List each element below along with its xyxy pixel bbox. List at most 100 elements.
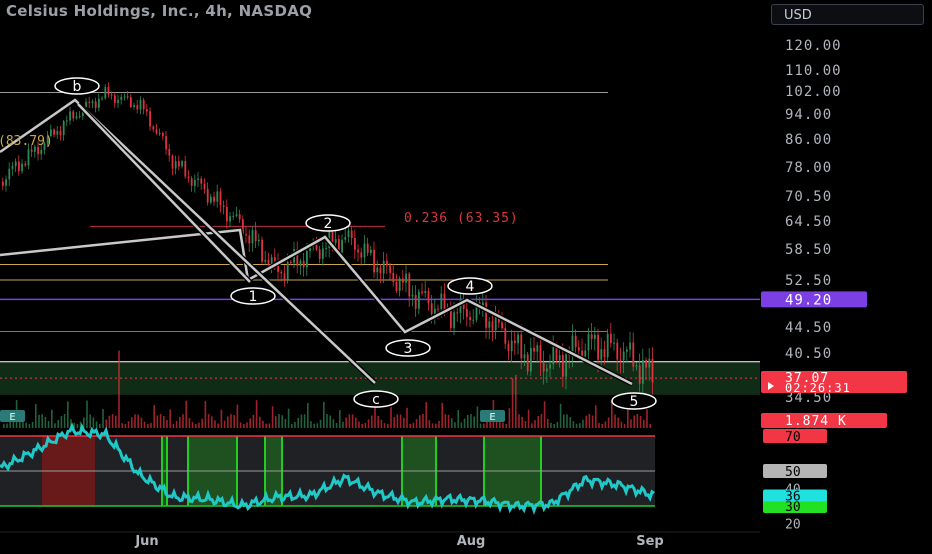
volume-bar: [163, 416, 165, 428]
volume-bar: [460, 422, 463, 428]
price-axis-tick: 94.00: [785, 107, 832, 123]
candle-body: [517, 334, 519, 344]
candle-body: [133, 105, 135, 107]
candle-body: [62, 121, 65, 136]
candle-body: [235, 214, 238, 216]
candle-body: [302, 260, 305, 268]
price-chart[interactable]: b 1 2 3 4 5 c 0.236 (63.35) (83.79) E E 120.00 110.0…: [0, 0, 932, 550]
candle-body: [261, 239, 263, 262]
candle-body: [488, 321, 491, 328]
volume-bar: [259, 416, 261, 428]
candle-body: [174, 161, 177, 169]
price-tag-purple: 49.20: [785, 292, 832, 308]
candle-body: [325, 248, 327, 250]
candle-body: [11, 166, 14, 169]
volume-bar: [143, 421, 146, 428]
candle-body: [398, 278, 401, 292]
candle-body: [117, 99, 119, 103]
candle-body: [443, 293, 446, 310]
candle-body: [344, 236, 347, 240]
volume-bar: [227, 416, 229, 428]
candle-body: [66, 120, 68, 122]
candle-body: [405, 273, 407, 283]
volume-bar: [6, 423, 8, 428]
candle-body: [21, 163, 23, 172]
chart-stage[interactable]: b 1 2 3 4 5 c 0.236 (63.35) (83.79) E E 120.00 110.0…: [0, 0, 932, 550]
volume-bar: [575, 423, 578, 428]
candle-body: [88, 101, 91, 104]
candle-body: [59, 131, 62, 136]
volume-bar: [76, 423, 79, 428]
candle-body: [558, 355, 561, 361]
volume-bar: [223, 420, 226, 428]
volume-bar: [140, 417, 143, 428]
candle-body: [53, 129, 55, 135]
volume-bar: [454, 422, 456, 428]
volume-bar: [399, 414, 402, 428]
volume-bar: [646, 409, 648, 428]
candle-body: [187, 176, 190, 179]
rsi-axis-tick: 70: [785, 430, 801, 445]
volume-bar: [387, 423, 389, 428]
candle-body: [638, 365, 641, 384]
volume-bar: [54, 423, 56, 428]
volume-bar: [278, 414, 280, 428]
volume-bar: [643, 419, 645, 428]
wave-label-3: 3: [404, 341, 413, 357]
candle-body: [354, 237, 356, 250]
volume-bar: [179, 416, 181, 428]
volume-bar: [207, 414, 210, 428]
volume-bar: [623, 423, 626, 428]
volume-bar: [556, 421, 559, 428]
candle-body: [456, 312, 459, 314]
candle-body: [206, 189, 209, 203]
rsi-axis-tick: 50: [785, 465, 801, 480]
candle-body: [635, 365, 638, 367]
volume-bar: [233, 414, 235, 428]
volume-bar: [316, 423, 319, 428]
volume-bar: [332, 419, 335, 428]
currency-selector[interactable]: USD: [771, 4, 924, 25]
volume-bar: [566, 414, 568, 428]
volume-bar: [284, 418, 287, 428]
volume-bar: [563, 414, 565, 428]
volume-bar: [367, 419, 370, 428]
volume-bar: [534, 420, 536, 428]
wave-label-2: 2: [324, 216, 333, 232]
volume-bar: [380, 419, 383, 428]
candle-body: [552, 346, 555, 365]
volume-bar: [582, 419, 584, 428]
price-axis-tick: 86.00: [785, 132, 832, 148]
price-axis-tick: 52.50: [785, 273, 832, 289]
candle-body: [504, 328, 507, 344]
candle-body: [392, 272, 395, 282]
candle-body: [107, 87, 110, 95]
volume-bar: [422, 414, 424, 428]
candle-body: [280, 271, 283, 274]
candle-body: [40, 149, 43, 155]
volume-bar: [156, 415, 159, 428]
candle-body: [229, 216, 231, 222]
volume-bar: [57, 419, 59, 428]
partial-fib-label: (83.79): [0, 134, 53, 149]
candle-body: [69, 111, 71, 121]
candle-body: [594, 334, 596, 339]
price-axis-tick: 120.00: [785, 38, 842, 54]
candle-body: [5, 179, 7, 186]
candle-body: [523, 354, 526, 359]
candle-body: [114, 95, 116, 103]
candle-body: [190, 178, 193, 186]
candle-body: [27, 149, 30, 166]
earnings-icon-letter: E: [489, 412, 495, 423]
volume-bar: [182, 414, 184, 428]
volume-bar: [473, 416, 475, 428]
candle-body: [619, 359, 622, 361]
volume-bar: [537, 416, 539, 428]
volume-bar: [166, 420, 168, 428]
candle-body: [197, 178, 199, 180]
candle-body: [216, 191, 219, 202]
volume-bar: [204, 401, 207, 428]
volume-bar: [195, 423, 197, 428]
candle-body: [357, 249, 359, 253]
fib-label: 0.236 (63.35): [404, 211, 519, 226]
